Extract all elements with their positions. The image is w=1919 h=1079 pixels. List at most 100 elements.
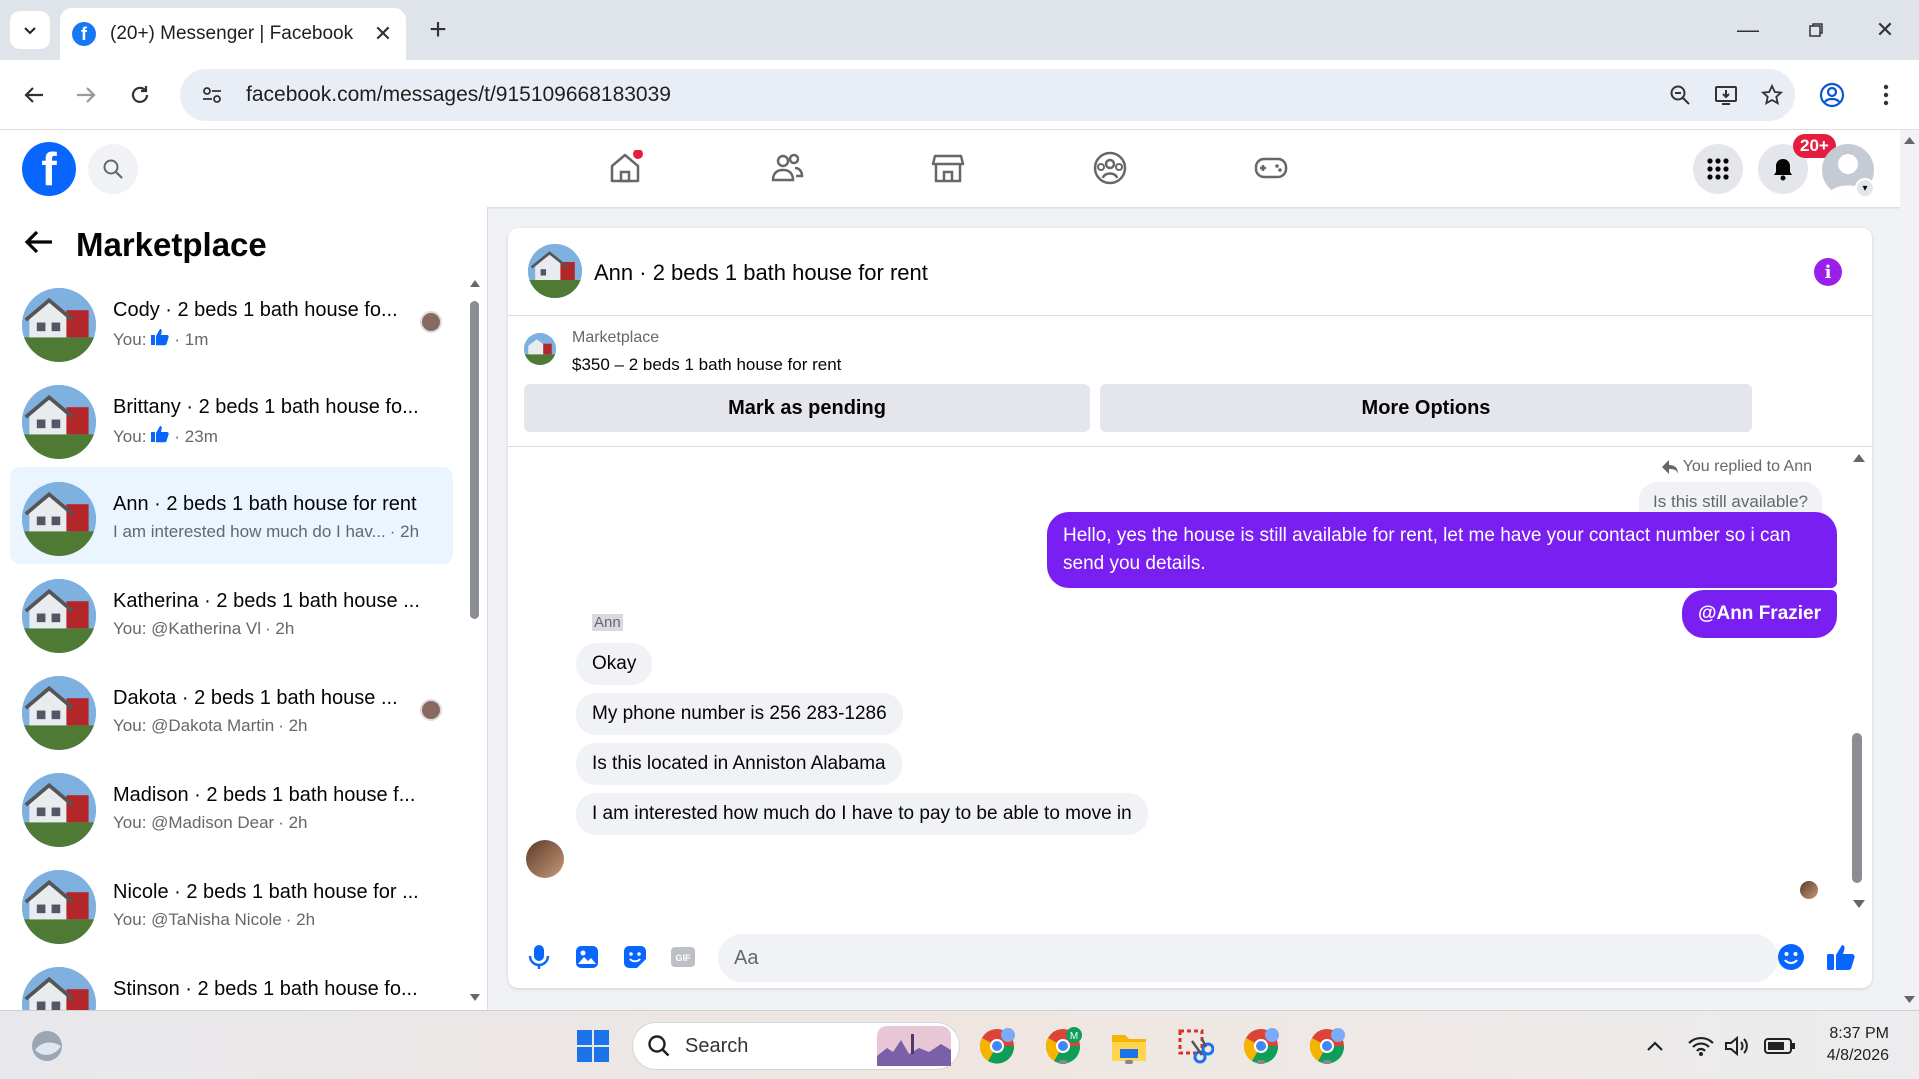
preview-time: · 2h — [265, 619, 295, 638]
message-input[interactable] — [718, 934, 1778, 982]
address-bar[interactable]: facebook.com/messages/t/915109668183039 — [180, 69, 1795, 121]
tab-search-dropdown[interactable] — [10, 11, 50, 49]
browser-menu-button[interactable] — [1866, 75, 1906, 115]
listing-thumbnail[interactable] — [524, 333, 556, 365]
minimize-button[interactable]: — — [1728, 10, 1768, 50]
windows-taskbar: Search M 8:37 PM 4/8/2026 — [0, 1010, 1919, 1079]
conversation-item[interactable]: Cody · 2 beds 1 bath house fo... You: · 1m — [10, 273, 453, 370]
grid-menu-icon — [1707, 158, 1729, 180]
preview-time: · 2h — [285, 910, 316, 929]
facebook-search-button[interactable] — [88, 144, 138, 194]
tab-close-icon[interactable]: ✕ — [368, 19, 398, 49]
chat-listing-avatar[interactable] — [528, 244, 582, 298]
profile-button[interactable] — [1812, 75, 1852, 115]
photo-icon[interactable] — [572, 942, 602, 972]
new-tab-button[interactable]: + — [420, 12, 456, 48]
back-arrow-icon[interactable] — [24, 225, 64, 264]
listing-thumbnail — [22, 288, 96, 362]
nav-friends[interactable] — [732, 138, 842, 198]
conversation-item[interactable]: Nicole · 2 beds 1 bath house for ... You:… — [10, 855, 453, 952]
listing-thumbnail — [22, 385, 96, 459]
listing-thumbnail — [22, 579, 96, 653]
chat-title[interactable]: Ann · 2 beds 1 bath house for rent — [594, 260, 928, 286]
sidebar-scroll-thumb[interactable] — [470, 301, 479, 619]
sidebar-title: Marketplace — [76, 225, 267, 263]
preview-prefix: You: — [113, 329, 147, 349]
emoji-icon[interactable] — [1776, 942, 1806, 972]
like-thumb-icon[interactable] — [1826, 942, 1856, 972]
mark-as-pending-button[interactable]: Mark as pending — [524, 384, 1090, 432]
preview-time: · 2h — [389, 522, 420, 541]
more-vertical-icon — [1883, 84, 1889, 106]
close-window-button[interactable]: ✕ — [1865, 10, 1905, 50]
conversation-item[interactable]: Brittany · 2 beds 1 bath house fo... You:… — [10, 370, 453, 467]
wifi-icon[interactable] — [1686, 1031, 1716, 1061]
nav-marketplace[interactable] — [893, 138, 1003, 198]
url-text: facebook.com/messages/t/915109668183039 — [246, 83, 671, 106]
nav-groups[interactable] — [1055, 138, 1165, 198]
conversation-item[interactable]: Ann · 2 beds 1 bath house for rent I am i… — [10, 467, 453, 564]
widgets-icon[interactable] — [24, 1023, 70, 1069]
incoming-message[interactable]: My phone number is 256 283-1286 — [576, 693, 903, 735]
back-button[interactable] — [14, 75, 54, 115]
sticker-icon[interactable] — [620, 942, 650, 972]
start-windows-icon[interactable] — [570, 1023, 616, 1069]
battery-icon[interactable] — [1762, 1031, 1798, 1061]
facebook-logo[interactable]: f — [22, 142, 76, 196]
seen-avatar — [420, 699, 442, 721]
like-thumb-icon — [146, 328, 174, 351]
nav-home[interactable] — [570, 138, 680, 198]
conversation-preview: You: · 23m — [113, 425, 218, 448]
gaming-icon — [1254, 157, 1288, 179]
snipping-tool-icon[interactable] — [1172, 1023, 1218, 1069]
incoming-message[interactable]: Is this located in Anniston Alabama — [576, 743, 902, 785]
microphone-icon[interactable] — [524, 942, 554, 972]
chrome-profile-2-icon[interactable] — [1304, 1023, 1350, 1069]
site-info-icon[interactable] — [192, 75, 232, 115]
gif-icon[interactable]: GIF — [668, 942, 698, 972]
outgoing-message[interactable]: @Ann Frazier — [1681, 590, 1837, 638]
conversation-item[interactable]: Madison · 2 beds 1 bath house f... You: @… — [10, 758, 453, 855]
bookmark-star-icon[interactable] — [1749, 75, 1795, 115]
home-icon — [610, 150, 643, 183]
search-icon — [103, 159, 123, 179]
scroll-down-icon[interactable] — [1851, 896, 1867, 912]
conversation-item[interactable]: Stinson · 2 beds 1 bath house fo... — [10, 952, 453, 1010]
account-circle-icon — [1819, 82, 1845, 108]
listing-description[interactable]: $350 – 2 beds 1 bath house for rent — [572, 355, 841, 375]
file-explorer-icon[interactable] — [1106, 1023, 1152, 1069]
taskbar-search[interactable]: Search — [632, 1022, 960, 1070]
install-app-icon[interactable] — [1703, 75, 1749, 115]
page-scrollbar[interactable] — [1900, 130, 1919, 1010]
conversation-preview: You: @Katherina Vl · 2h — [113, 619, 294, 639]
zoom-icon[interactable] — [1657, 75, 1703, 115]
preview-text: I am interested how much do I hav... — [113, 522, 386, 541]
incoming-message[interactable]: Okay — [576, 643, 653, 685]
nav-gaming[interactable] — [1216, 138, 1326, 198]
chrome-profile-m-icon[interactable]: M — [1040, 1023, 1086, 1069]
incoming-message[interactable]: I am interested how much do I have to pa… — [576, 793, 1148, 835]
listing-thumbnail — [22, 482, 96, 556]
system-clock[interactable]: 8:37 PM 4/8/2026 — [1827, 1023, 1889, 1067]
restore-icon — [1809, 23, 1823, 37]
chevron-down-icon[interactable]: ▾ — [1855, 178, 1875, 198]
conversation-item[interactable]: Dakota · 2 beds 1 bath house ... You: @Da… — [10, 661, 453, 758]
reload-button[interactable] — [120, 75, 160, 115]
chevron-up-icon[interactable] — [1640, 1031, 1670, 1061]
conversation-name: Nicole · 2 beds 1 bath house for ... — [113, 881, 419, 903]
forward-button[interactable] — [66, 75, 106, 115]
restore-button[interactable] — [1796, 10, 1836, 50]
volume-icon[interactable] — [1722, 1031, 1752, 1061]
chrome-taskbar-icon[interactable] — [974, 1023, 1020, 1069]
chrome-profile-icon[interactable] — [1238, 1023, 1284, 1069]
conversation-item[interactable]: Katherina · 2 beds 1 bath house ... You: … — [10, 564, 453, 661]
message-thread: You replied to Ann Is this still availab… — [508, 448, 1872, 928]
info-icon[interactable]: i — [1814, 258, 1842, 286]
chat-scroll-thumb[interactable] — [1852, 733, 1862, 883]
outgoing-message[interactable]: Hello, yes the house is still available … — [1047, 512, 1837, 588]
scroll-up-icon[interactable] — [1851, 450, 1867, 466]
ann-avatar[interactable] — [526, 840, 564, 878]
more-options-button[interactable]: More Options — [1100, 384, 1752, 432]
browser-tab[interactable]: f (20+) Messenger | Facebook ✕ — [60, 8, 406, 60]
menu-grid-button[interactable] — [1693, 144, 1743, 194]
